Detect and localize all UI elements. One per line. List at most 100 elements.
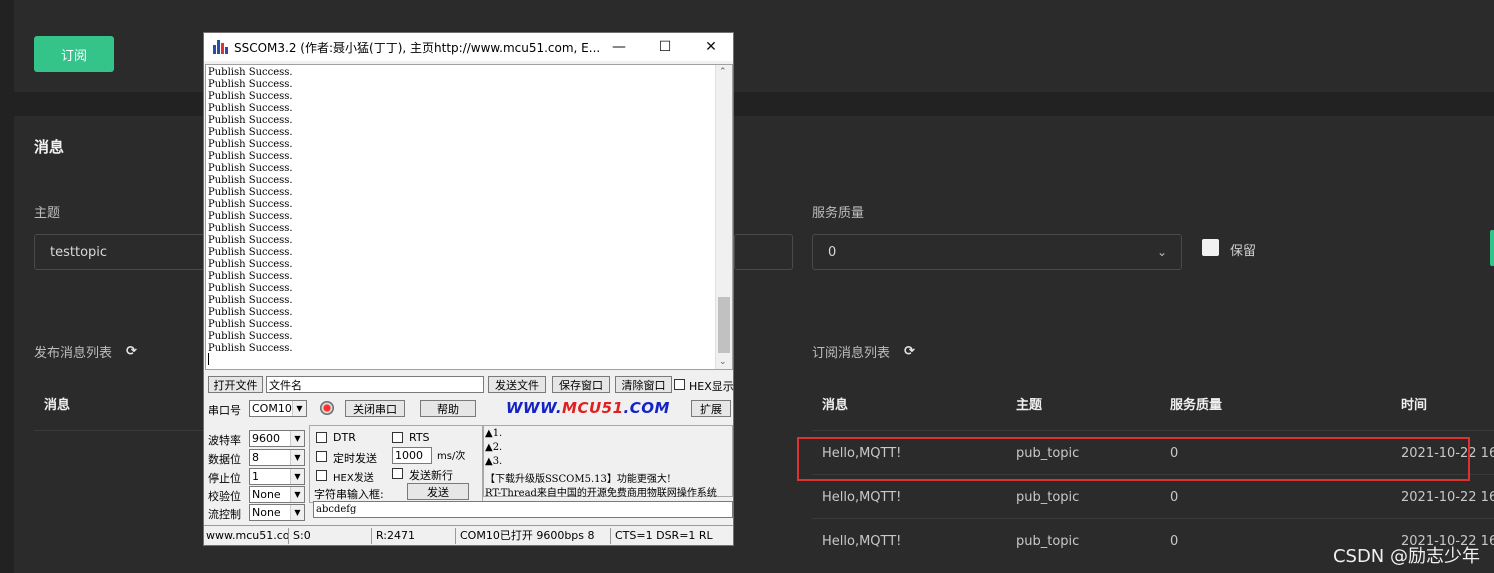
baud-select[interactable]: 9600 ▼ bbox=[249, 430, 305, 447]
topic-input[interactable]: testtopic bbox=[34, 234, 214, 270]
parity-select[interactable]: None ▼ bbox=[249, 486, 305, 503]
qos-select[interactable]: 0 ⌄ bbox=[812, 234, 1182, 270]
dtr-checkbox[interactable] bbox=[316, 432, 327, 443]
output-line: Publish Success. bbox=[208, 187, 293, 198]
maximize-button[interactable]: ☐ bbox=[642, 33, 688, 61]
chevron-down-icon: ⌄ bbox=[1157, 245, 1168, 259]
send-file-button[interactable]: 发送文件 bbox=[488, 376, 546, 393]
sub-row-topic: pub_topic bbox=[1016, 490, 1080, 505]
retain-checkbox[interactable] bbox=[1202, 239, 1219, 256]
scroll-thumb[interactable] bbox=[718, 297, 730, 353]
dropdown-arrow-icon: ▼ bbox=[290, 487, 304, 502]
dropdown-arrow-icon: ▼ bbox=[292, 401, 306, 416]
flow-select-value: None bbox=[252, 506, 281, 519]
refresh-icon[interactable]: ⟳ bbox=[904, 344, 915, 359]
subscribe-list-title: 订阅消息列表 bbox=[812, 346, 891, 361]
publish-table-header-message: 消息 bbox=[44, 398, 71, 413]
output-line: Publish Success. bbox=[208, 211, 293, 222]
minimize-button[interactable]: — bbox=[596, 33, 642, 61]
output-line: Publish Success. bbox=[208, 247, 293, 258]
output-line: Publish Success. bbox=[208, 331, 293, 342]
send-button[interactable]: 发送 bbox=[407, 483, 469, 500]
refresh-icon[interactable]: ⟳ bbox=[126, 344, 137, 359]
sscom-window: SSCOM3.2 (作者:聂小猛(丁丁), 主页http://www.mcu51… bbox=[203, 32, 734, 546]
download-upgrade-link[interactable]: 【下载升级版SSCOM5.13】功能更强大! bbox=[485, 470, 731, 485]
qos-label: 服务质量 bbox=[812, 206, 865, 221]
hex-send-checkbox[interactable] bbox=[316, 470, 327, 481]
payload-input-edge[interactable] bbox=[734, 234, 793, 270]
save-window-button[interactable]: 保存窗口 bbox=[552, 376, 610, 393]
mcu51-promo-link[interactable]: WWW.MCU51.COM bbox=[506, 399, 670, 417]
sscom-titlebar[interactable]: SSCOM3.2 (作者:聂小猛(丁丁), 主页http://www.mcu51… bbox=[204, 33, 733, 61]
table-row-divider bbox=[812, 518, 1494, 519]
port-status-light-icon bbox=[320, 401, 334, 415]
rt-thread-ad-link[interactable]: RT-Thread来自中国的开源免费商用物联网操作系统 bbox=[485, 484, 731, 499]
clear-window-button[interactable]: 清除窗口 bbox=[615, 376, 672, 393]
sub-header-time: 时间 bbox=[1401, 398, 1428, 413]
scroll-down-icon[interactable]: ⌄ bbox=[719, 357, 727, 367]
help-button[interactable]: 帮助 bbox=[420, 400, 476, 417]
dropdown-arrow-icon: ▼ bbox=[290, 450, 304, 465]
retain-label: 保留 bbox=[1230, 244, 1257, 259]
parity-label: 校验位 bbox=[208, 490, 241, 503]
stopbits-label: 停止位 bbox=[208, 472, 241, 485]
flow-label: 流控制 bbox=[208, 508, 241, 521]
output-line: Publish Success. bbox=[208, 127, 293, 138]
sub-header-qos: 服务质量 bbox=[1170, 398, 1223, 413]
output-line: Publish Success. bbox=[208, 139, 293, 150]
expand-button[interactable]: 扩展 bbox=[691, 400, 731, 417]
sub-header-topic: 主题 bbox=[1016, 398, 1043, 413]
port-select[interactable]: COM10 ▼ bbox=[249, 400, 307, 417]
status-port-state: COM10已打开 9600bps 8 bbox=[458, 528, 611, 544]
receive-output-area[interactable]: Publish Success. Publish Success. Publish … bbox=[205, 64, 733, 370]
flow-select[interactable]: None ▼ bbox=[249, 504, 305, 521]
timed-send-checkbox[interactable] bbox=[316, 451, 327, 462]
hex-display-checkbox[interactable] bbox=[674, 379, 685, 390]
sub-row-qos: 0 bbox=[1170, 490, 1179, 505]
close-port-button[interactable]: 关闭串口 bbox=[345, 400, 405, 417]
baud-select-value: 9600 bbox=[252, 432, 280, 445]
hex-send-label: HEX发送 bbox=[333, 473, 374, 484]
output-line: Publish Success. bbox=[208, 151, 293, 162]
scroll-up-icon[interactable]: ⌃ bbox=[719, 67, 727, 77]
databits-select[interactable]: 8 ▼ bbox=[249, 449, 305, 466]
send-newline-label: 发送新行 bbox=[409, 469, 453, 482]
list-item[interactable]: ▲2. bbox=[485, 442, 731, 453]
publish-button-edge[interactable] bbox=[1490, 230, 1494, 266]
output-line: Publish Success. bbox=[208, 163, 293, 174]
status-received: R:2471 bbox=[374, 528, 456, 544]
timed-send-label: 定时发送 bbox=[333, 452, 377, 465]
sub-header-message: 消息 bbox=[822, 398, 849, 413]
subscribe-button[interactable]: 订阅 bbox=[34, 36, 114, 72]
interval-input[interactable]: 1000 bbox=[392, 447, 432, 464]
dropdown-arrow-icon: ▼ bbox=[290, 469, 304, 484]
open-file-button[interactable]: 打开文件 bbox=[208, 376, 263, 393]
port-select-value: COM10 bbox=[252, 402, 292, 415]
string-input[interactable]: abcdefg bbox=[313, 501, 733, 518]
close-button[interactable]: ✕ bbox=[688, 33, 734, 61]
output-line: Publish Success. bbox=[208, 67, 293, 78]
send-newline-checkbox[interactable] bbox=[392, 468, 403, 479]
filename-field[interactable]: 文件名 bbox=[266, 376, 484, 393]
output-scrollbar[interactable]: ⌃ ⌄ bbox=[715, 65, 732, 369]
sub-row-time: 2021-10-22 16: bbox=[1401, 490, 1494, 505]
list-item[interactable]: ▲1. bbox=[485, 428, 731, 439]
sub-table-divider bbox=[812, 430, 1494, 431]
output-line: Publish Success. bbox=[208, 343, 293, 354]
list-item[interactable]: ▲3. bbox=[485, 456, 731, 467]
output-line: Publish Success. bbox=[208, 295, 293, 306]
rts-label: RTS bbox=[409, 431, 430, 444]
port-label: 串口号 bbox=[208, 404, 241, 417]
stopbits-select[interactable]: 1 ▼ bbox=[249, 468, 305, 485]
status-lines: CTS=1 DSR=1 RL bbox=[615, 529, 713, 542]
output-line: Publish Success. bbox=[208, 91, 293, 102]
output-line: Publish Success. bbox=[208, 175, 293, 186]
rts-checkbox[interactable] bbox=[392, 432, 403, 443]
sscom-app-icon bbox=[212, 39, 228, 55]
databits-label: 数据位 bbox=[208, 453, 241, 466]
output-lines: Publish Success. Publish Success. Publish … bbox=[208, 67, 293, 355]
status-bar: www.mcu51.com S:0 R:2471 COM10已打开 9600bp… bbox=[204, 525, 733, 545]
sscom-title: SSCOM3.2 (作者:聂小猛(丁丁), 主页http://www.mcu51… bbox=[234, 40, 601, 55]
output-line: Publish Success. bbox=[208, 115, 293, 126]
input-label: 字符串输入框: bbox=[314, 488, 384, 501]
